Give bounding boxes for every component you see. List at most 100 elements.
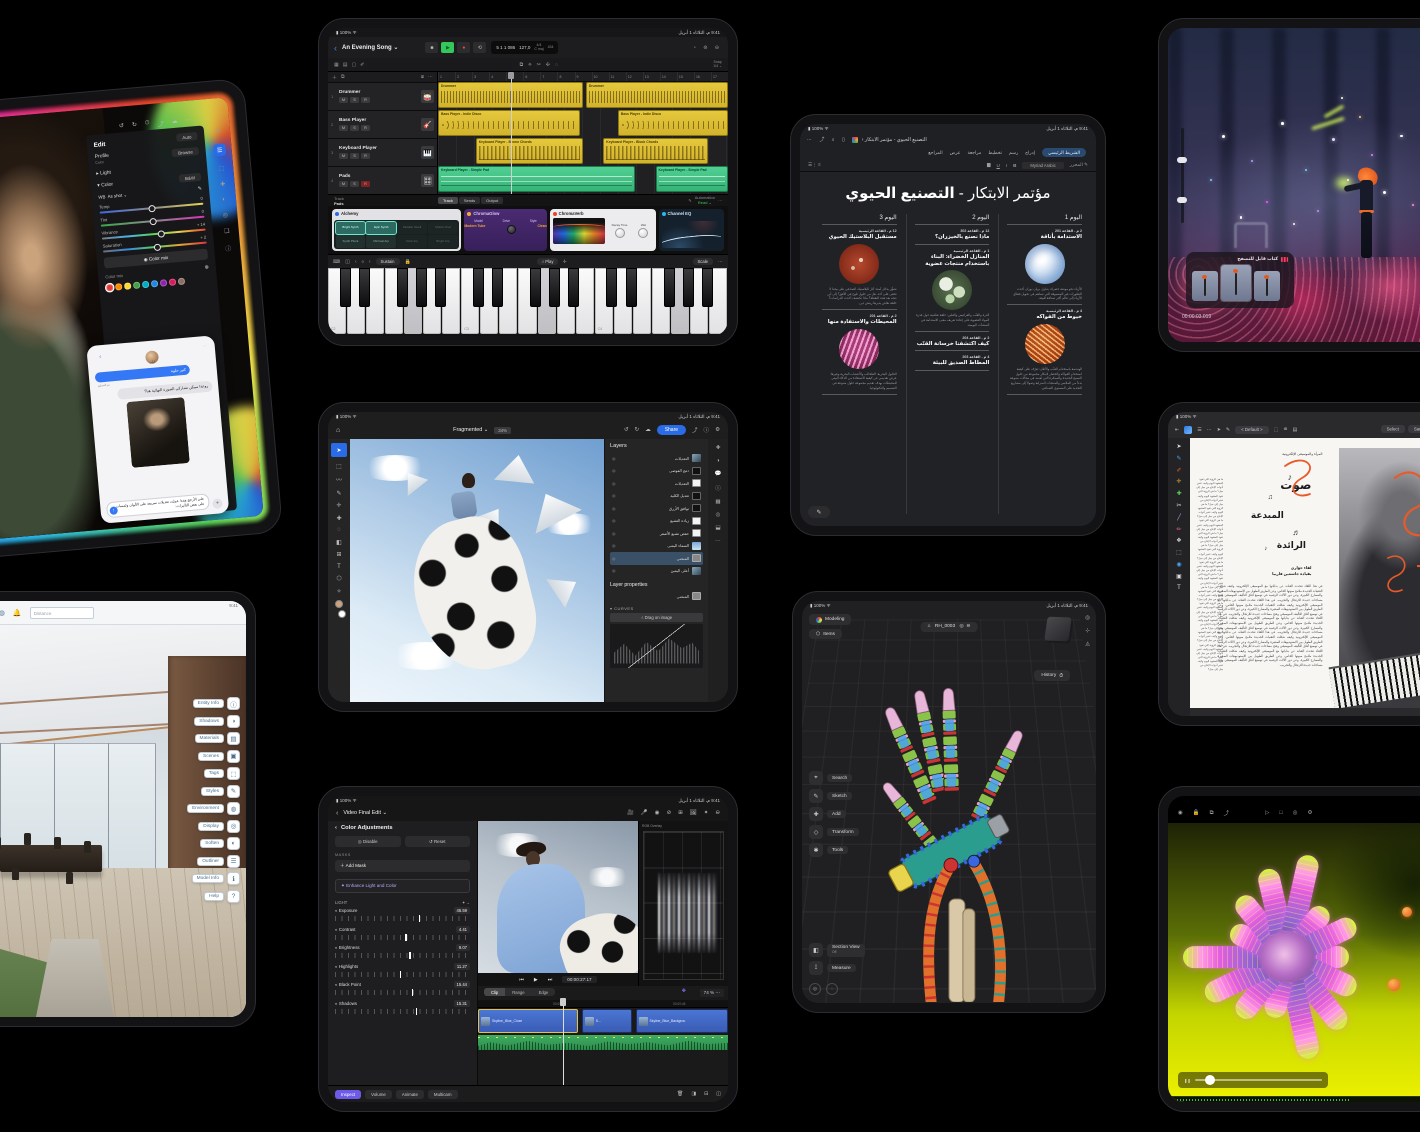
editors-icon[interactable]: ▤ bbox=[343, 62, 348, 68]
loop-icon[interactable]: ◎ bbox=[1293, 810, 1298, 816]
color-channel-dot[interactable] bbox=[124, 282, 131, 289]
tool-icon[interactable]: ✛ bbox=[1176, 478, 1181, 485]
transform-icon[interactable]: ⬚ bbox=[1274, 427, 1279, 433]
play-icon[interactable]: ▶ bbox=[534, 977, 538, 983]
automation-pencil-icon[interactable]: ✎ bbox=[688, 198, 691, 203]
octave-up-icon[interactable]: › bbox=[369, 259, 371, 265]
wb-value[interactable]: As shot bbox=[107, 193, 122, 199]
split-icon[interactable]: ◫ bbox=[345, 259, 350, 265]
mute-button[interactable]: M bbox=[339, 153, 348, 160]
piano-black-key[interactable] bbox=[473, 268, 484, 307]
region[interactable]: Keyboard Player - Simple Pad bbox=[656, 166, 729, 192]
background-color[interactable] bbox=[338, 610, 346, 618]
send-button[interactable]: ↑ bbox=[109, 506, 118, 515]
crop-tool[interactable]: ⊞ bbox=[336, 551, 341, 558]
light-icons[interactable]: ✦ ⌄ bbox=[462, 900, 470, 905]
slider-ticks[interactable] bbox=[335, 953, 470, 958]
lock-icon[interactable]: 🔒 bbox=[1193, 810, 1200, 816]
tool-search[interactable]: ⌖Search bbox=[809, 771, 859, 785]
sidebar-item-tags[interactable]: Tags⬚ bbox=[204, 767, 240, 780]
slider-ticks[interactable] bbox=[335, 935, 470, 940]
sidebar-item-styles[interactable]: Styles✎ bbox=[201, 785, 240, 798]
style-value[interactable]: Clean bbox=[537, 224, 546, 235]
piano-black-key[interactable] bbox=[397, 268, 408, 307]
document-pill[interactable]: ⌂ RH_0003 ◎ ⊖ bbox=[921, 614, 978, 632]
orientation-cube[interactable] bbox=[1044, 617, 1071, 642]
ink-editor-button[interactable]: ✎ bbox=[808, 506, 830, 518]
sidebar-item-environment[interactable]: Environment◍ bbox=[187, 802, 240, 815]
fcp-slider[interactable]: ◐ Brightness9.07 bbox=[335, 944, 470, 958]
lens-icon[interactable]: ◎ bbox=[222, 212, 228, 219]
document-canvas[interactable]: مؤتمر الابتكار - التصنيع الحيوي اليوم 12… bbox=[800, 172, 1096, 526]
model-value[interactable]: Modern Tube bbox=[464, 224, 485, 235]
browse-button[interactable]: Browse bbox=[172, 147, 199, 157]
shape-tool[interactable]: ⬡ bbox=[336, 575, 341, 582]
frame-thumbnail[interactable] bbox=[1192, 271, 1218, 301]
track-row[interactable]: 3Keyboard PlayerMSR🎹 bbox=[328, 138, 437, 166]
inspector-tab[interactable]: Track bbox=[438, 197, 458, 204]
timeline-playhead[interactable] bbox=[563, 998, 564, 1085]
items-button[interactable]: ⬡Items bbox=[809, 629, 842, 639]
panel-back-icon[interactable]: ‹ bbox=[335, 825, 337, 831]
layer-row[interactable]: خفض تشبع الأصفر◎ bbox=[610, 527, 703, 540]
color-channel-dot[interactable] bbox=[106, 284, 113, 291]
drag-on-image-button[interactable]: ☝ Drag on image bbox=[610, 613, 703, 622]
sidebar-icon[interactable]: ◍ bbox=[227, 802, 240, 815]
add-attachment-button[interactable]: + bbox=[212, 498, 223, 509]
slider-ticks[interactable] bbox=[335, 916, 470, 921]
fcp-slider[interactable]: ◐ Black Point15.44 bbox=[335, 981, 470, 995]
modeling-button[interactable]: Modeling bbox=[809, 614, 851, 625]
sidebar-item-help[interactable]: Help? bbox=[204, 890, 240, 903]
pause-icon[interactable]: ❚❚ bbox=[1184, 1078, 1191, 1083]
auto-button[interactable]: Auto bbox=[176, 132, 198, 142]
piano-black-key[interactable] bbox=[492, 268, 503, 307]
layer-visibility-icon[interactable]: ◎ bbox=[612, 543, 616, 548]
next-frame-icon[interactable]: ⏭ bbox=[548, 977, 553, 983]
prev-frame-icon[interactable]: ⏮ bbox=[519, 977, 524, 983]
sidebar-item-entity-info[interactable]: Entity Infoⓘ bbox=[193, 697, 240, 710]
slider-knob[interactable] bbox=[153, 243, 161, 251]
play-button[interactable]: ▶ bbox=[441, 42, 454, 53]
healing-tool[interactable]: ✚ bbox=[336, 515, 341, 522]
ribbon-tab[interactable]: الشريط الرئيسي bbox=[1042, 148, 1086, 157]
layer-row[interactable]: التعديلات◎ bbox=[610, 477, 703, 490]
sidebar-item-display[interactable]: Display◎ bbox=[198, 820, 240, 833]
home-icon[interactable]: ⌂ bbox=[336, 427, 340, 434]
select-select-button[interactable]: Select bbox=[1381, 425, 1405, 433]
enhance-button[interactable]: ✦ Enhance Light and Color bbox=[335, 879, 470, 893]
piano-black-key[interactable] bbox=[626, 268, 637, 307]
add-mask-button[interactable]: ＋ Add Mask bbox=[335, 860, 470, 872]
eyedropper-tool[interactable]: ✧ bbox=[336, 588, 341, 595]
tool-add[interactable]: ✚Add bbox=[809, 807, 859, 821]
underline-button[interactable]: U bbox=[996, 163, 999, 168]
sidebar-icon[interactable]: ☰ bbox=[227, 855, 240, 868]
section-view-button[interactable]: ◧Section ViewOff bbox=[809, 943, 865, 957]
sidebar-icon[interactable]: ◎ bbox=[227, 820, 240, 833]
layer-row[interactable]: توافق الأزرق◎ bbox=[610, 502, 703, 515]
tool-icon[interactable]: ╱ bbox=[1177, 514, 1181, 521]
layer-visibility-icon[interactable]: ◎ bbox=[612, 493, 616, 498]
piano-black-key[interactable] bbox=[702, 268, 713, 307]
minimize-icon[interactable]: ⊖ bbox=[715, 810, 720, 816]
disable-icon[interactable]: ⊘ bbox=[667, 810, 672, 816]
brush-icon[interactable]: ✎ bbox=[1226, 427, 1230, 433]
tool-icon[interactable]: ⟡ bbox=[528, 62, 531, 68]
record-enable-button[interactable]: R bbox=[361, 125, 370, 132]
crop-icon[interactable]: ⬚ bbox=[218, 165, 224, 172]
layer-visibility-icon[interactable]: ◎ bbox=[612, 481, 616, 486]
fcp-slider[interactable]: ◐ Highlights11.27 bbox=[335, 963, 470, 977]
color-channel-dot[interactable] bbox=[133, 282, 140, 289]
alchemy-preset[interactable]: Dark Arp bbox=[397, 235, 427, 248]
help-icon[interactable]: ⓘ bbox=[704, 426, 710, 434]
color-channel-dot[interactable] bbox=[142, 281, 149, 288]
adjustments-icon[interactable]: ◑ bbox=[716, 458, 719, 464]
sidebar-icon[interactable]: ℹ bbox=[227, 872, 240, 885]
sidebar-item-materials[interactable]: Materials▤ bbox=[195, 732, 240, 745]
notifications-icon[interactable]: 🔔 bbox=[13, 609, 22, 617]
settings-icon[interactable]: ⚙ bbox=[1308, 810, 1313, 816]
more-icon[interactable]: ⋯ bbox=[428, 74, 433, 80]
record-icon[interactable]: ◉ bbox=[655, 810, 660, 816]
frame-thumbnail[interactable] bbox=[1254, 271, 1280, 301]
curves-section[interactable]: ▾ CURVES bbox=[610, 606, 703, 611]
video-viewer[interactable] bbox=[478, 821, 638, 973]
